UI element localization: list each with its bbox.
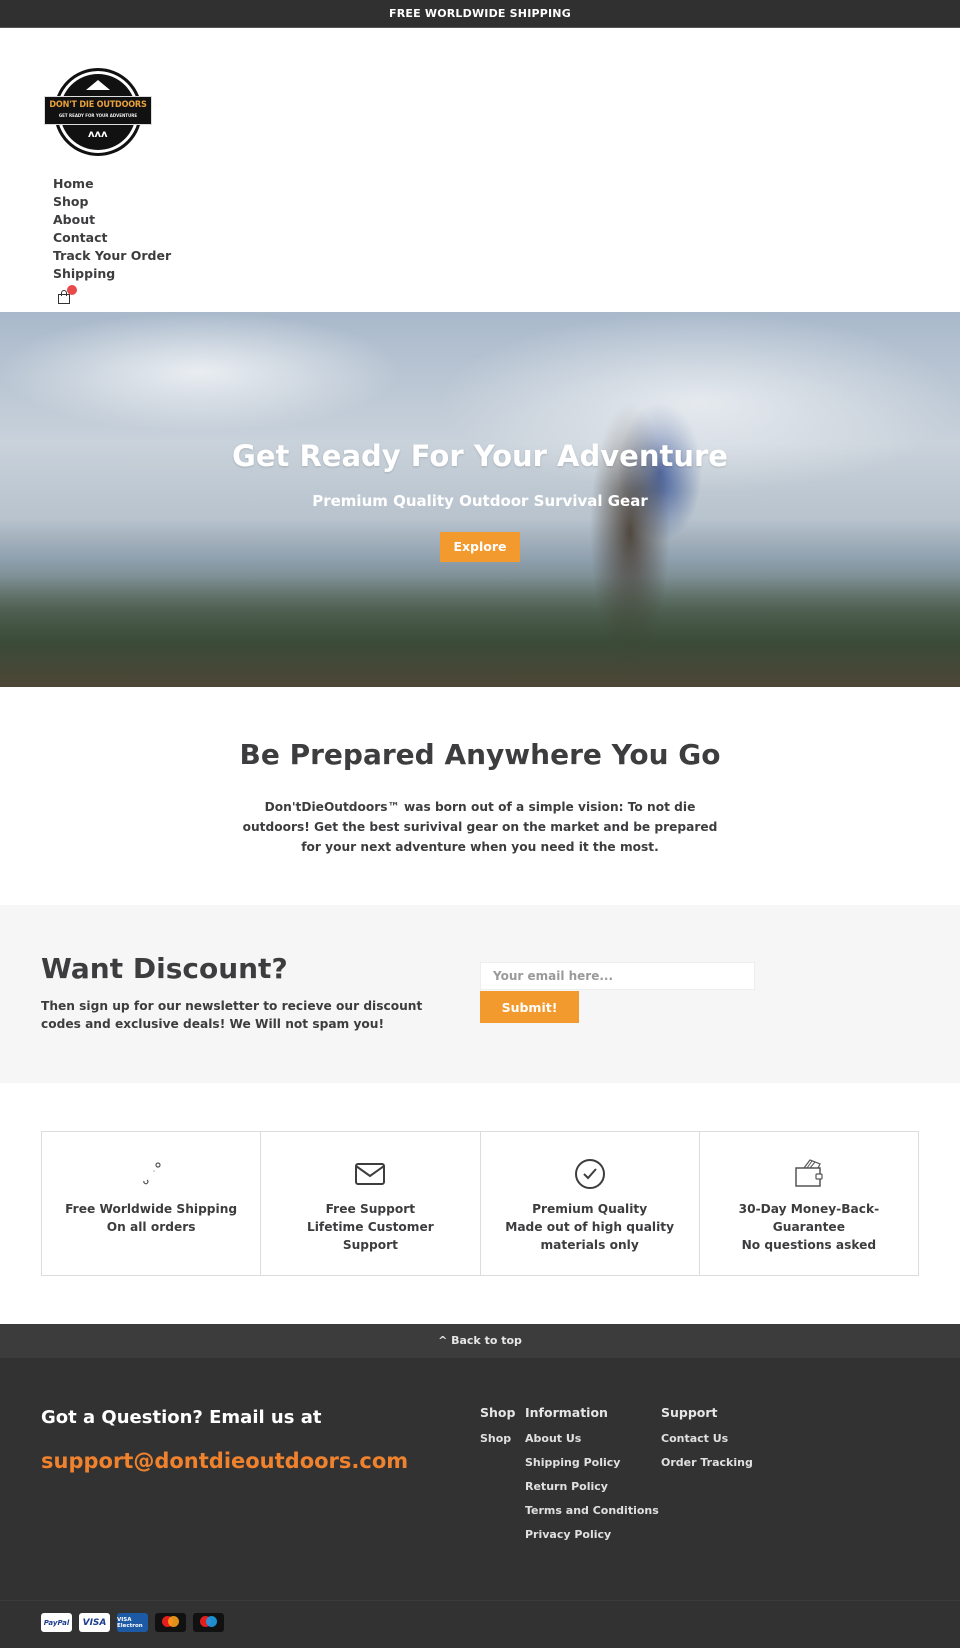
nav-item-about[interactable]: About bbox=[53, 211, 171, 229]
footer-link-order-tracking[interactable]: Order Tracking bbox=[661, 1456, 753, 1470]
explore-button[interactable]: Explore bbox=[440, 532, 520, 562]
feature-description: No questions asked bbox=[741, 1238, 877, 1252]
nav-item-home[interactable]: Home bbox=[53, 175, 171, 193]
wallet-icon bbox=[700, 1158, 918, 1190]
about-text: Don'tDieOutdoors™ was born out of a simp… bbox=[242, 800, 718, 854]
site-logo[interactable]: DON'T DIE OUTDOORS GET READY FOR YOUR AD… bbox=[44, 68, 152, 156]
footer-link-about-us[interactable]: About Us bbox=[525, 1432, 659, 1446]
about-section: Be Prepared Anywhere You Go Don'tDieOutd… bbox=[0, 687, 960, 905]
paypal-icon: PayPal bbox=[41, 1613, 72, 1632]
features-grid: Free Worldwide Shipping On all orders Fr… bbox=[41, 1131, 919, 1276]
footer-link-shipping-policy[interactable]: Shipping Policy bbox=[525, 1456, 659, 1470]
feature-description: Made out of high quality materials only bbox=[505, 1220, 675, 1252]
cart-button[interactable] bbox=[58, 285, 77, 304]
announcement-text: FREE WORLDWIDE SHIPPING bbox=[389, 7, 571, 20]
hero-background-image bbox=[0, 577, 960, 687]
feature-title: Free Worldwide Shipping bbox=[65, 1202, 238, 1216]
newsletter-text: Then sign up for our newsletter to recie… bbox=[41, 999, 423, 1031]
logo-tagline: GET READY FOR YOUR ADVENTURE bbox=[58, 113, 138, 118]
footer-column-heading: Support bbox=[661, 1405, 718, 1420]
email-input[interactable] bbox=[480, 962, 755, 990]
shipping-icon bbox=[42, 1158, 260, 1190]
mountain-logo-icon bbox=[86, 80, 110, 90]
footer-column-shop: Shop Shop bbox=[480, 1404, 515, 1456]
payment-methods: PayPal VISA VISA Electron bbox=[41, 1613, 224, 1632]
footer-bottom-bar: PayPal VISA VISA Electron bbox=[0, 1600, 960, 1648]
check-circle-icon bbox=[481, 1158, 699, 1190]
mastercard-icon bbox=[155, 1613, 186, 1632]
footer-link-privacy-policy[interactable]: Privacy Policy bbox=[525, 1528, 659, 1542]
cart-count-badge bbox=[67, 285, 77, 295]
feature-title: Premium Quality bbox=[532, 1202, 648, 1216]
feature-description: On all orders bbox=[106, 1220, 196, 1234]
hero-subtitle: Premium Quality Outdoor Survival Gear bbox=[312, 492, 648, 510]
footer-column-heading: Shop bbox=[480, 1405, 516, 1420]
logo-title: DON'T DIE OUTDOORS bbox=[49, 100, 147, 110]
back-to-top-link[interactable]: ^ Back to top bbox=[0, 1324, 960, 1358]
newsletter-section: Want Discount? Then sign up for our news… bbox=[0, 905, 960, 1083]
feature-shipping: Free Worldwide Shipping On all orders bbox=[42, 1132, 262, 1275]
footer-link-contact-us[interactable]: Contact Us bbox=[661, 1432, 753, 1446]
nav-item-contact[interactable]: Contact bbox=[53, 229, 171, 247]
site-footer: Got a Question? Email us at support@dont… bbox=[0, 1358, 960, 1600]
footer-link-return-policy[interactable]: Return Policy bbox=[525, 1480, 659, 1494]
shopping-bag-body bbox=[58, 294, 70, 304]
support-email-link[interactable]: support@dontdieoutdoors.com bbox=[41, 1448, 408, 1474]
footer-question: Got a Question? Email us at bbox=[41, 1407, 322, 1428]
footer-column-support: Support Contact Us Order Tracking bbox=[661, 1404, 753, 1480]
hero-banner: Get Ready For Your Adventure Premium Qua… bbox=[0, 312, 960, 687]
footer-link-terms[interactable]: Terms and Conditions bbox=[525, 1504, 659, 1518]
feature-guarantee: 30-Day Money-Back-Guarantee No questions… bbox=[700, 1132, 918, 1275]
maestro-icon bbox=[193, 1613, 224, 1632]
nav-item-shipping[interactable]: Shipping bbox=[53, 265, 171, 283]
footer-column-information: Information About Us Shipping Policy Ret… bbox=[525, 1404, 659, 1552]
visa-electron-icon: VISA Electron bbox=[117, 1613, 148, 1632]
submit-button[interactable]: Submit! bbox=[480, 991, 579, 1023]
newsletter-heading: Want Discount? bbox=[41, 952, 288, 985]
footer-column-heading: Information bbox=[525, 1405, 608, 1420]
logo-band: DON'T DIE OUTDOORS GET READY FOR YOUR AD… bbox=[44, 96, 152, 125]
hero-content: Get Ready For Your Adventure Premium Qua… bbox=[0, 436, 960, 562]
feature-title: 30-Day Money-Back-Guarantee bbox=[738, 1202, 880, 1234]
nav-item-shop[interactable]: Shop bbox=[53, 193, 171, 211]
logo-wave-icon: ʌʌʌ bbox=[88, 129, 108, 140]
feature-quality: Premium Quality Made out of high quality… bbox=[481, 1132, 700, 1275]
announcement-bar: FREE WORLDWIDE SHIPPING bbox=[0, 0, 960, 28]
hero-title: Get Ready For Your Adventure bbox=[232, 439, 728, 473]
feature-support: Free Support Lifetime Customer Support bbox=[261, 1132, 481, 1275]
feature-title: Free Support bbox=[325, 1202, 416, 1216]
main-nav: Home Shop About Contact Track Your Order… bbox=[53, 175, 171, 283]
about-heading: Be Prepared Anywhere You Go bbox=[239, 738, 721, 771]
nav-item-track-order[interactable]: Track Your Order bbox=[53, 247, 171, 265]
feature-description: Lifetime Customer Support bbox=[306, 1220, 434, 1252]
envelope-icon bbox=[261, 1158, 479, 1190]
site-header: DON'T DIE OUTDOORS GET READY FOR YOUR AD… bbox=[0, 28, 960, 304]
footer-link-shop[interactable]: Shop bbox=[480, 1432, 515, 1446]
visa-icon: VISA bbox=[79, 1613, 110, 1632]
